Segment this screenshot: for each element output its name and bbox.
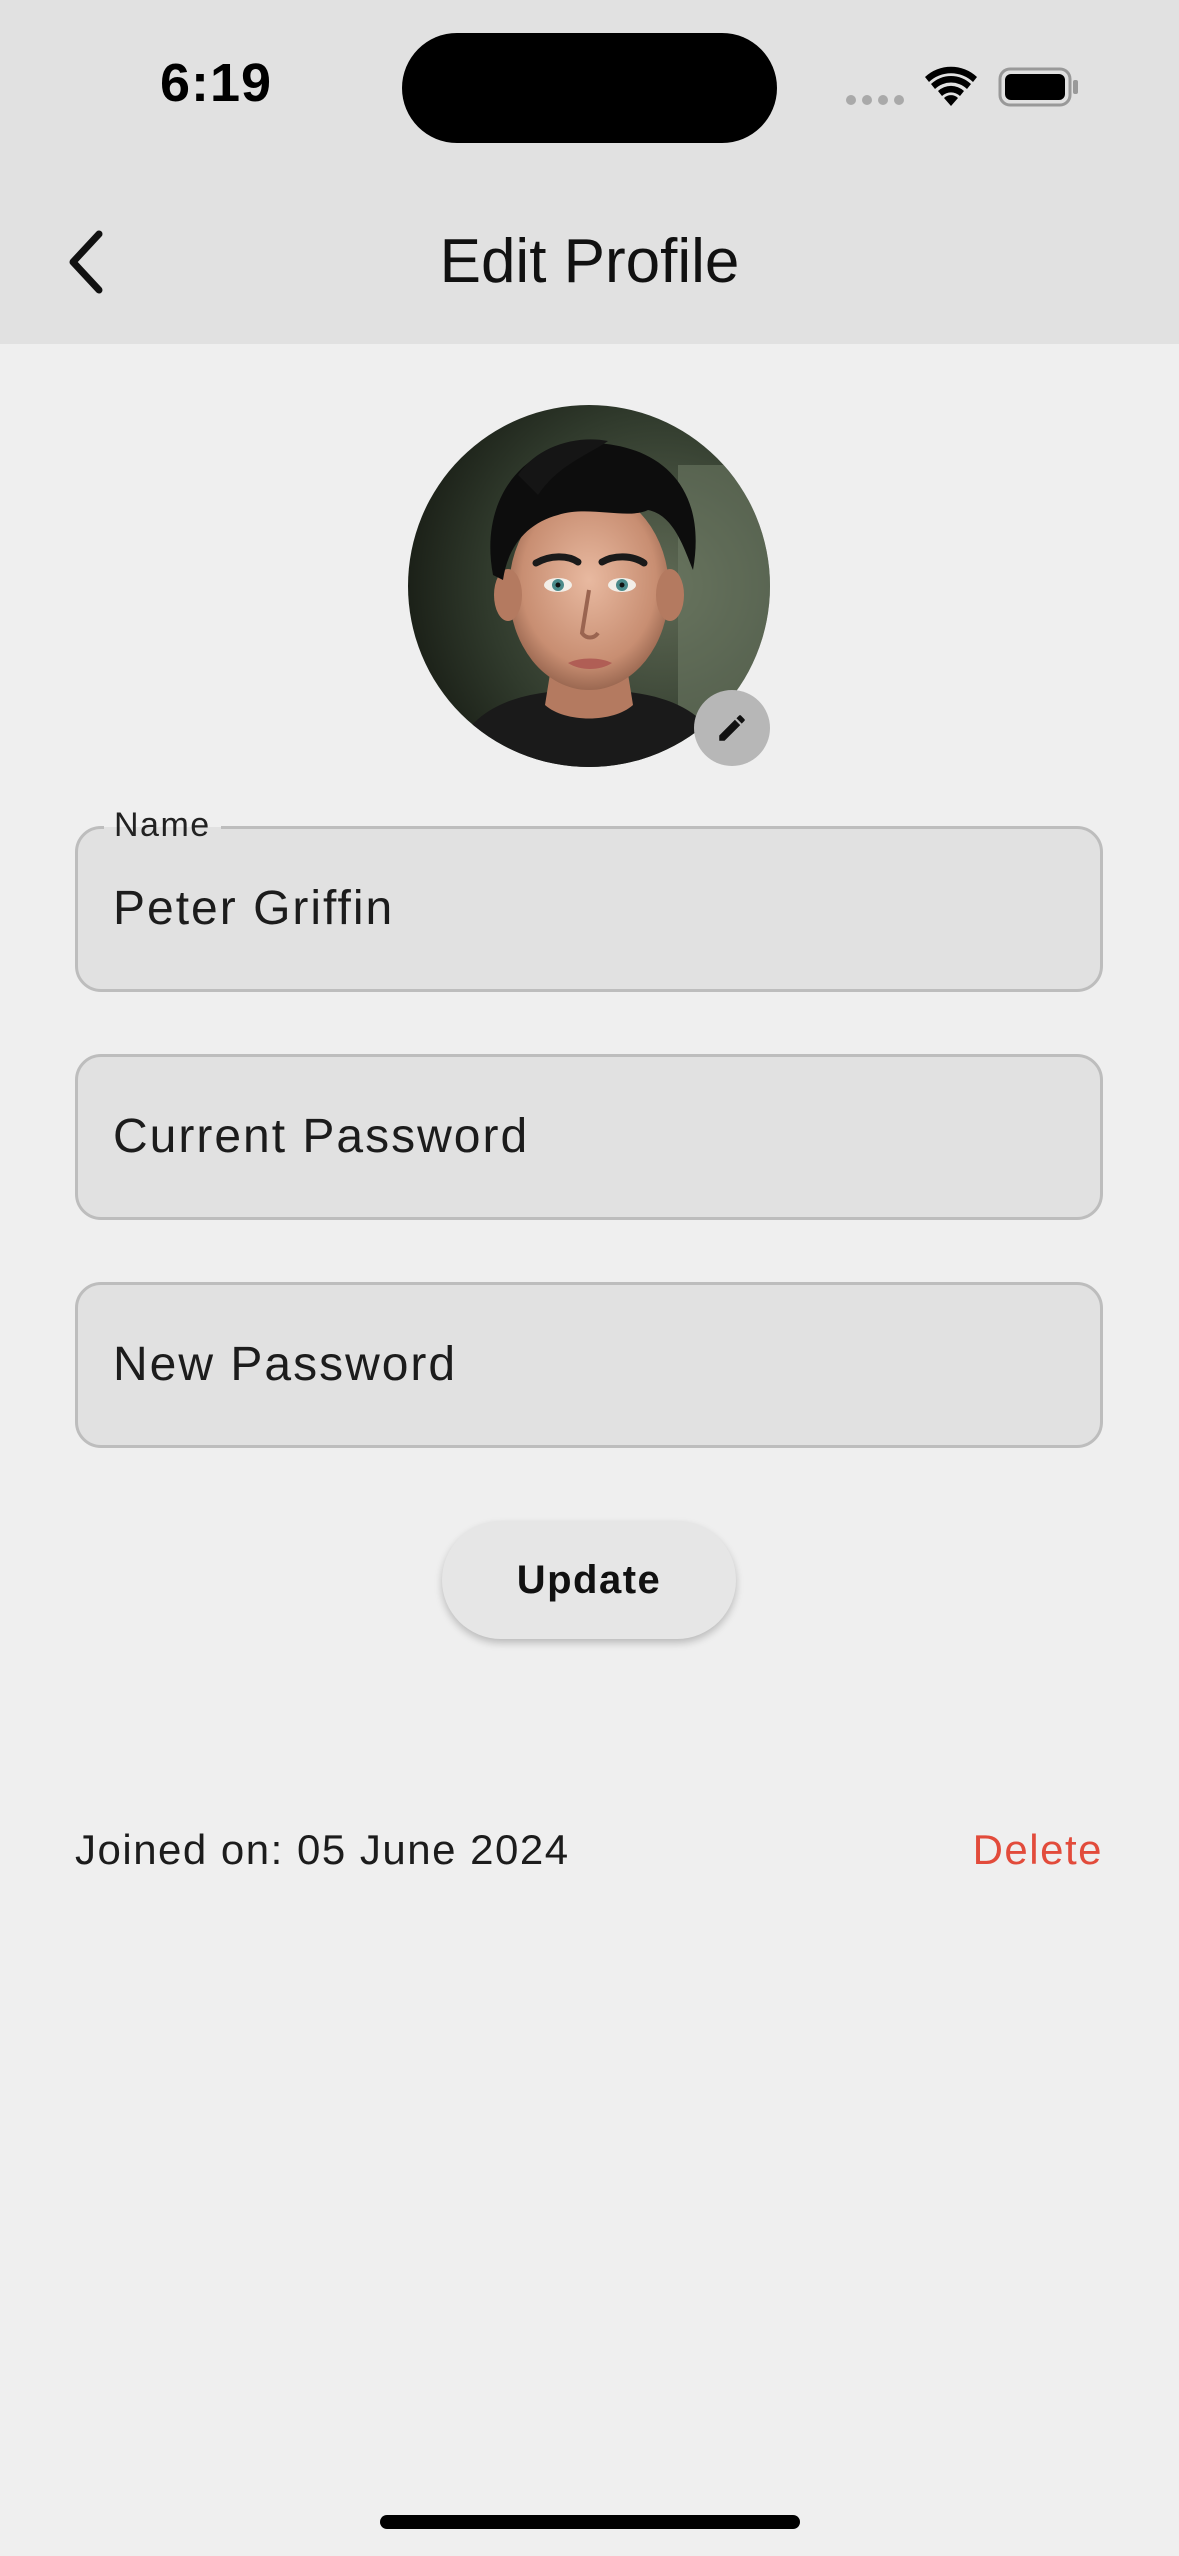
dynamic-island	[402, 33, 777, 143]
delete-account-button[interactable]: Delete	[973, 1820, 1103, 1880]
edit-avatar-button[interactable]	[694, 690, 770, 766]
home-indicator[interactable]	[380, 2515, 800, 2529]
joined-date-text: Joined on: 05 June 2024	[75, 1826, 570, 1873]
app-bar: 6:19 Edit Profile	[0, 0, 1179, 344]
new-password-field[interactable]: New Password	[75, 1282, 1103, 1448]
update-button[interactable]: Update	[442, 1521, 736, 1639]
name-input-value[interactable]: Peter Griffin	[113, 829, 394, 989]
current-password-field[interactable]: Current Password	[75, 1054, 1103, 1220]
wifi-icon	[925, 66, 977, 106]
name-field[interactable]: Name Peter Griffin	[75, 803, 1103, 992]
current-password-placeholder[interactable]: Current Password	[113, 1057, 529, 1217]
page-title: Edit Profile	[439, 227, 740, 296]
edit-profile-screen: 6:19 Edit Profile Name Peter Griffin Cur…	[0, 0, 1179, 2556]
new-password-placeholder[interactable]: New Password	[113, 1285, 457, 1445]
cellular-signal-icon	[846, 95, 904, 105]
status-time: 6:19	[160, 53, 273, 113]
battery-icon	[998, 67, 1078, 107]
pencil-icon	[719, 715, 745, 741]
